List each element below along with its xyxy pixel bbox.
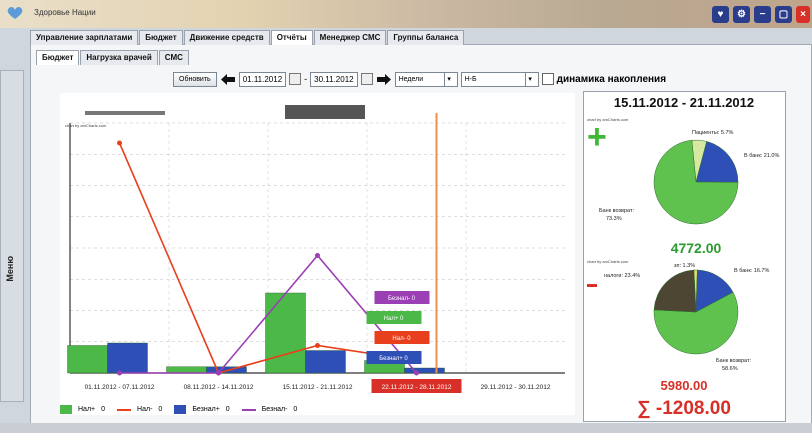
pie-total: 4772.00 [671, 240, 722, 256]
subtab-sms[interactable]: СМС [158, 50, 189, 65]
period-select-value: Недели [398, 75, 424, 83]
pie-label: В банк: 21.0% [744, 153, 779, 159]
legend-label[interactable]: Безнал+ [192, 406, 219, 413]
bar [67, 345, 108, 374]
date-to-field[interactable]: 30.11.2012 [310, 71, 358, 87]
pie-slice [653, 269, 697, 313]
title-bar: Здоровье Нации ♥ ⚙ − ▢ × [0, 0, 812, 28]
calendar-icon[interactable] [360, 73, 373, 85]
app-logo-icon [7, 6, 23, 19]
legend-value: 0 [225, 406, 230, 413]
x-tick-label: 01.11.2012 - 07.11.2012 [85, 384, 155, 391]
minus-icon [587, 284, 597, 287]
refresh-button[interactable]: Обновить [173, 71, 217, 87]
x-tick-label: 29.11.2012 - 30.11.2012 [481, 384, 551, 391]
prev-period-icon[interactable] [220, 73, 236, 86]
pie-label: Банк возврат: [599, 208, 634, 214]
bar [305, 350, 346, 374]
legend-label[interactable]: Нал- [137, 406, 152, 413]
budget-chart: chart by amCharts.com 01.11.2012 - 07.11.… [60, 93, 575, 415]
report-toolbar: Обновить 01.11.2012 - 30.11.2012 Недели ▾… [173, 71, 666, 87]
tab-budget[interactable]: Бюджет [139, 30, 183, 45]
next-period-icon[interactable] [376, 73, 392, 86]
line-point [414, 370, 419, 376]
maximize-button[interactable]: ▢ [775, 6, 792, 23]
line-point [117, 140, 122, 146]
line-point [315, 343, 320, 348]
legend-value: 0 [158, 406, 163, 413]
plus-icon: + [587, 118, 607, 156]
group-select[interactable]: Н-Б ▾ [460, 71, 539, 87]
balance-total: ∑ -1208.00 [637, 398, 731, 419]
legend-swatch [60, 405, 72, 414]
date-separator: - [304, 74, 308, 84]
subtab-doctor-load[interactable]: Нагрузка врачей [80, 50, 158, 65]
side-menu[interactable]: Меню [0, 70, 24, 402]
chart-legend: Нал+ 0 Нал- 0 Безнал+ 0 Безнал- 0 [60, 405, 297, 414]
tab-balance-groups[interactable]: Группы баланса [387, 30, 465, 45]
bar [107, 342, 148, 374]
period-select[interactable]: Недели ▾ [394, 71, 458, 87]
line-point [216, 370, 221, 376]
summary-pies: 15.11.2012 - 21.11.2012 chart by amCharts… [587, 95, 779, 419]
window-title: Здоровье Нации [34, 8, 96, 17]
chart-credit: chart by amCharts.com [587, 259, 629, 264]
pie-total: 5980.00 [661, 378, 708, 393]
status-bar [0, 423, 812, 433]
x-tick-label: 15.11.2012 - 21.11.2012 [283, 384, 353, 391]
group-select-value: Н-Б [464, 75, 477, 83]
sub-tabs: Бюджет Нагрузка врачей СМС [36, 50, 190, 65]
line-point [117, 370, 122, 376]
x-tick-label: 22.11.2012 - 28.11.2012 [382, 384, 452, 391]
tab-cash-flow[interactable]: Движение средств [183, 30, 270, 45]
subtab-budget[interactable]: Бюджет [36, 50, 80, 65]
calendar-icon[interactable] [289, 73, 302, 85]
chevron-down-icon: ▾ [443, 72, 454, 86]
pie-title: 15.11.2012 - 21.11.2012 [614, 95, 754, 110]
bar [404, 367, 445, 374]
pie-label: 58.6% [722, 366, 738, 372]
bar [265, 292, 306, 374]
main-tabs: Управление зарплатами Бюджет Движение ср… [30, 30, 465, 45]
bar [166, 366, 207, 374]
pie-label: Пациенты: 5.7% [692, 130, 734, 136]
favorite-icon[interactable]: ♥ [712, 6, 729, 23]
x-tick-label: 08.11.2012 - 14.11.2012 [184, 384, 254, 391]
tooltip-text: Безнал- 0 [388, 296, 416, 302]
tab-sms-manager[interactable]: Менеджер СМС [313, 30, 387, 45]
tab-salary[interactable]: Управление зарплатами [30, 30, 139, 45]
pie-label: Банк возврат: [716, 358, 751, 364]
legend-value: 0 [101, 406, 106, 413]
scroll-indicator [285, 105, 365, 119]
pie-label: 73.3% [606, 216, 622, 222]
tooltip-text: Безнал+ 0 [379, 356, 408, 362]
pie-label: налоги: 23.4% [604, 273, 640, 279]
pie-label: В банк: 16.7% [734, 268, 769, 274]
accumulation-label: динамика накопления [556, 73, 667, 85]
pie-label: зп: 1.3% [674, 263, 695, 269]
scroll-indicator [85, 111, 165, 115]
chart-credit: chart by amCharts.com [65, 123, 107, 128]
close-button[interactable]: × [796, 6, 810, 23]
tooltip-text: Нал+ 0 [384, 316, 404, 322]
legend-swatch [174, 405, 187, 414]
settings-icon[interactable]: ⚙ [733, 6, 750, 23]
accumulation-checkbox[interactable] [541, 73, 554, 85]
tooltip-text: Нал- 0 [392, 336, 411, 342]
minimize-button[interactable]: − [754, 6, 771, 23]
summary-panel: 15.11.2012 - 21.11.2012 chart by amCharts… [583, 91, 786, 422]
line-point [315, 253, 320, 258]
legend-swatch [241, 408, 256, 411]
date-from-field[interactable]: 01.11.2012 [238, 71, 287, 87]
tab-reports[interactable]: Отчёты [270, 30, 313, 45]
legend-label[interactable]: Безнал- [262, 406, 288, 413]
legend-label[interactable]: Нал+ [78, 406, 95, 413]
legend-value: 0 [293, 406, 298, 413]
side-menu-label: Меню [5, 256, 15, 282]
chevron-down-icon: ▾ [524, 72, 535, 86]
legend-swatch [117, 408, 132, 411]
